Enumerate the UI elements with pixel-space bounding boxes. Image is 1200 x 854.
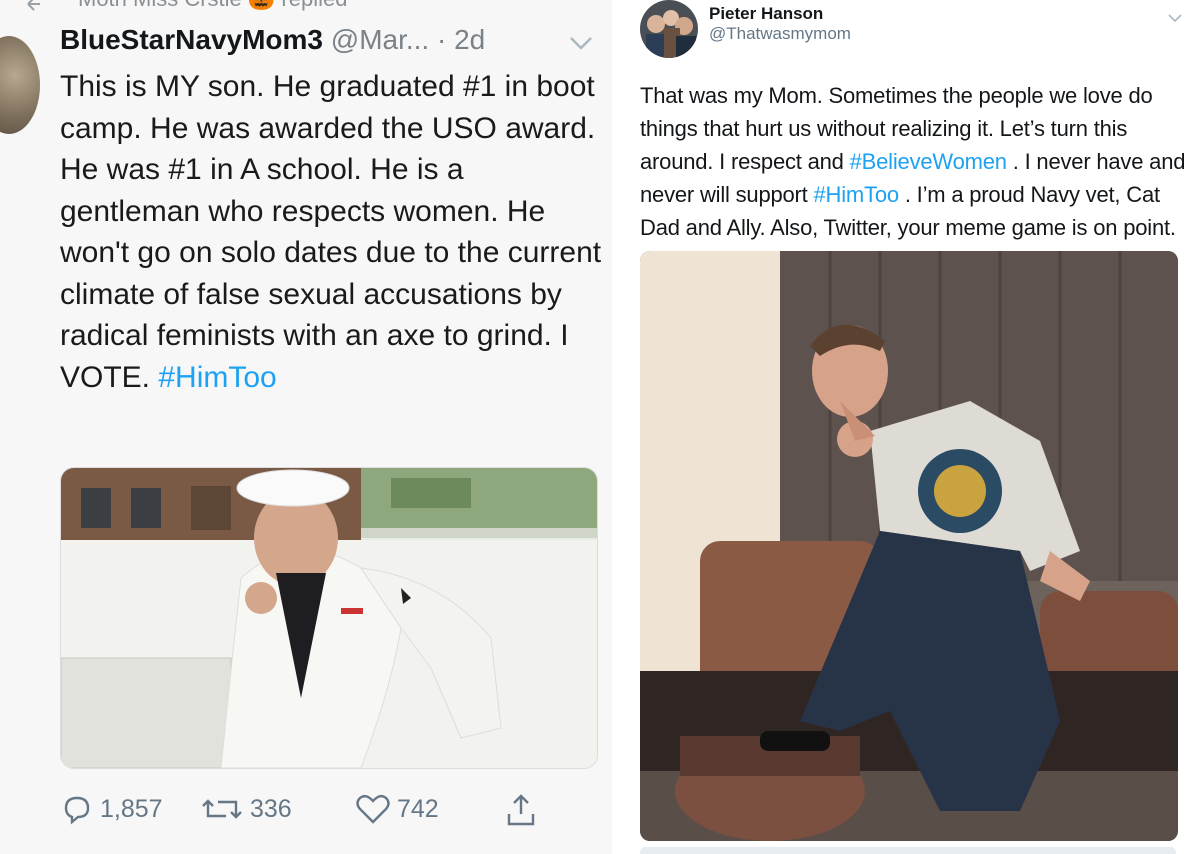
left-tweet-screenshot: Moth Miss Crstie 🎃 replied BlueStarNavyM… (0, 0, 612, 854)
tweet-actions: 1,857 336 742 (60, 792, 600, 832)
chevron-down-icon[interactable] (1167, 12, 1183, 24)
tweet-footer-bar (640, 847, 1176, 854)
author-name[interactable]: Pieter Hanson (709, 4, 823, 24)
hashtag-link[interactable]: #HimToo (158, 361, 276, 394)
like-count: 742 (397, 794, 439, 823)
man-posing-photo (640, 251, 1178, 841)
separator: · (436, 24, 447, 55)
retweet-count: 336 (250, 794, 292, 823)
sailor-photo (61, 468, 597, 768)
tweet-text: This is MY son. He graduated #1 in boot … (60, 66, 605, 398)
divider (612, 0, 625, 854)
tweet-text: That was my Mom. Sometimes the people we… (640, 79, 1190, 244)
reply-context: Moth Miss Crstie 🎃 replied (78, 0, 347, 12)
tweet-body: This is MY son. He graduated #1 in boot … (60, 70, 602, 394)
reply-context-icon (27, 0, 40, 11)
right-tweet-screenshot: Pieter Hanson @Thatwasmymom That was my … (625, 0, 1200, 854)
chevron-down-icon[interactable] (568, 34, 594, 52)
tweet-photo[interactable] (60, 467, 598, 769)
author-name[interactable]: BlueStarNavyMom3 (60, 24, 323, 55)
tweet-time[interactable]: 2d (454, 24, 485, 55)
share-icon (507, 794, 535, 826)
tweet-header: BlueStarNavyMom3 @Mar... · 2d (60, 24, 485, 56)
reply-icon (64, 796, 90, 825)
hashtag-link[interactable]: #BelieveWomen (850, 149, 1007, 174)
share-button[interactable] (505, 792, 543, 828)
author-handle[interactable]: @Mar... (331, 24, 429, 55)
reply-button[interactable]: 1,857 (60, 792, 163, 826)
tweet-photo[interactable] (640, 251, 1178, 841)
heart-icon (356, 794, 390, 824)
reply-count: 1,857 (100, 794, 163, 823)
author-handle[interactable]: @Thatwasmymom (709, 24, 851, 44)
avatar[interactable] (0, 36, 40, 134)
retweet-icon (202, 799, 242, 819)
avatar-photo (640, 0, 698, 58)
like-button[interactable]: 742 (355, 792, 439, 826)
retweet-button[interactable]: 336 (200, 792, 292, 826)
avatar[interactable] (640, 0, 698, 58)
hashtag-link[interactable]: #HimToo (814, 182, 900, 207)
